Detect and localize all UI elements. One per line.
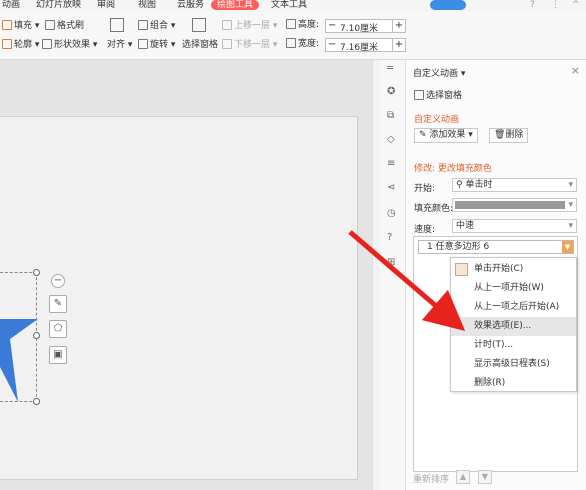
help-icon[interactable]: ?: [387, 232, 392, 243]
fill-color-select[interactable]: ▾: [452, 198, 577, 212]
align-button[interactable]: 对齐 ▾: [107, 39, 132, 51]
rotate-icon: [138, 39, 148, 49]
history-icon[interactable]: ◷: [387, 208, 396, 219]
menu-view[interactable]: 视图: [138, 0, 156, 10]
fill-color-label: 填充颜色:: [414, 204, 454, 214]
mouse-icon: [455, 263, 468, 276]
menu-slideshow[interactable]: 幻灯片放映: [36, 0, 81, 10]
outline-icon: [2, 39, 12, 49]
minus-circle-icon[interactable]: −: [51, 274, 65, 288]
width-field[interactable]: − 7.16厘米 +: [325, 38, 406, 53]
resize-handle[interactable]: [33, 398, 40, 405]
help-icon[interactable]: ?: [530, 0, 535, 10]
resize-handle[interactable]: [33, 332, 40, 339]
select-pane-icon: [414, 90, 424, 100]
chevron-down-icon: ▾: [568, 200, 573, 210]
side-icon-bar: ═ ✪ ⧉ ◇ ≡ ⋖ ◷ ? ⊞: [380, 60, 406, 490]
settings-icon[interactable]: ≡: [387, 158, 395, 169]
modify-title: 修改: 更改填充颜色: [414, 164, 492, 174]
start-label: 开始:: [414, 184, 436, 194]
slide-canvas[interactable]: − ✎ ⬠ ▣: [0, 116, 358, 480]
height-increase-button[interactable]: +: [392, 19, 406, 33]
menu-bar: 动画 幻灯片放映 审阅 视图 云服务 绘图工具 文本工具 ? ⋮ ^: [0, 0, 586, 12]
shape-effect-button[interactable]: 形状效果 ▾: [42, 39, 97, 51]
height-field[interactable]: − 7.10厘米 +: [325, 19, 406, 34]
slide-workarea: − ✎ ⬠ ▣: [0, 60, 372, 490]
collapse-icon[interactable]: ═: [387, 63, 393, 74]
animation-icon[interactable]: ✪: [387, 86, 395, 97]
chevron-down-icon: ▾: [568, 221, 573, 231]
width-value: 7.16厘米: [340, 43, 379, 53]
grid-icon[interactable]: ⊞: [387, 257, 395, 268]
rotate-button[interactable]: 旋转 ▾: [138, 39, 175, 51]
ribbon: 填充 ▾ 格式刷 轮廓 ▾ 形状效果 ▾ 对齐 ▾ 组合 ▾ 旋转 ▾ 选择窗格…: [0, 12, 586, 60]
shapes-icon[interactable]: ◇: [387, 134, 395, 145]
panel-title[interactable]: 自定义动画 ▾: [413, 66, 465, 79]
send-down-icon: [222, 39, 232, 49]
width-label: 宽度:: [286, 38, 319, 50]
menu-item-effect-options[interactable]: 效果选项(E)...: [451, 317, 576, 336]
vertical-scrollbar[interactable]: [372, 60, 380, 490]
select-pane-link[interactable]: 选择窗格: [414, 88, 462, 101]
frame-icon[interactable]: ▣: [49, 346, 67, 364]
speed-label: 速度:: [414, 225, 436, 235]
width-increase-button[interactable]: +: [392, 38, 406, 52]
delete-button[interactable]: 🗑删除: [489, 128, 529, 143]
speed-select[interactable]: 中速 ▾: [452, 219, 577, 233]
menu-cloud[interactable]: 云服务: [177, 0, 204, 10]
add-effect-button[interactable]: ✎ 添加效果 ▾: [414, 128, 478, 143]
height-value: 7.10厘米: [340, 24, 379, 34]
menu-drawing-tools[interactable]: 绘图工具: [211, 0, 260, 10]
start-select[interactable]: ⚲ 单击时 ▾: [452, 178, 577, 192]
menu-item-with-previous[interactable]: 从上一项开始(W): [451, 279, 576, 298]
select-pane-icon: [192, 18, 206, 32]
collapse-icon[interactable]: ^: [572, 0, 580, 10]
bring-up-icon: [222, 20, 232, 30]
selection-box: [0, 269, 40, 405]
send-down-button[interactable]: 下移一层 ▾: [222, 39, 277, 51]
copy-icon[interactable]: ⧉: [387, 110, 394, 121]
context-menu: 单击开始(C) 从上一项开始(W) 从上一项之后开始(A) 效果选项(E)...…: [450, 257, 577, 392]
more-icon[interactable]: ⋮: [551, 0, 560, 10]
brush-icon: [45, 20, 55, 30]
fill-button[interactable]: 填充 ▾: [2, 20, 39, 32]
move-up-button[interactable]: ▲: [456, 470, 470, 484]
group-button[interactable]: 组合 ▾: [138, 20, 175, 32]
menu-item-delete[interactable]: 删除(R): [451, 374, 576, 393]
height-label: 高度:: [286, 19, 319, 31]
outline-button[interactable]: 轮廓 ▾: [2, 39, 39, 51]
search-icon[interactable]: [430, 0, 466, 10]
chevron-down-icon: ▾: [568, 180, 573, 190]
align-icon: [110, 18, 124, 32]
pen-icon[interactable]: ✎: [49, 295, 67, 313]
menu-item-advanced-timeline[interactable]: 显示高级日程表(S): [451, 355, 576, 374]
section-title: 自定义动画: [414, 115, 460, 125]
group-icon: [138, 20, 148, 30]
close-icon[interactable]: ×: [571, 64, 580, 77]
height-icon: [286, 19, 296, 29]
menu-item-after-previous[interactable]: 从上一项之后开始(A): [451, 298, 576, 317]
menu-text-tools[interactable]: 文本工具: [271, 0, 307, 10]
menu-item-start-on-click[interactable]: 单击开始(C): [451, 260, 576, 279]
resize-handle[interactable]: [33, 269, 40, 276]
height-decrease-button[interactable]: −: [328, 20, 336, 31]
menu-animation[interactable]: 动画: [2, 0, 20, 10]
menu-review[interactable]: 审阅: [97, 0, 115, 10]
menu-item-timing[interactable]: 计时(T)...: [451, 336, 576, 355]
fill-color-swatch: [455, 201, 565, 209]
width-decrease-button[interactable]: −: [328, 39, 336, 50]
chevron-down-icon[interactable]: ▼: [562, 241, 573, 253]
fill-icon: [2, 20, 12, 30]
reorder-label: 重新排序: [413, 475, 450, 485]
select-pane-button[interactable]: 选择窗格: [182, 39, 218, 51]
width-icon: [286, 38, 296, 48]
effect-icon: [42, 39, 52, 49]
format-brush-button[interactable]: 格式刷: [45, 20, 84, 32]
move-down-button[interactable]: ▼: [478, 470, 492, 484]
eraser-icon[interactable]: ⬠: [49, 320, 67, 338]
bring-up-button[interactable]: 上移一层 ▾: [222, 20, 277, 32]
share-icon[interactable]: ⋖: [387, 182, 395, 193]
animation-list-item[interactable]: 1 任意多边形 6 ▼: [418, 240, 574, 254]
